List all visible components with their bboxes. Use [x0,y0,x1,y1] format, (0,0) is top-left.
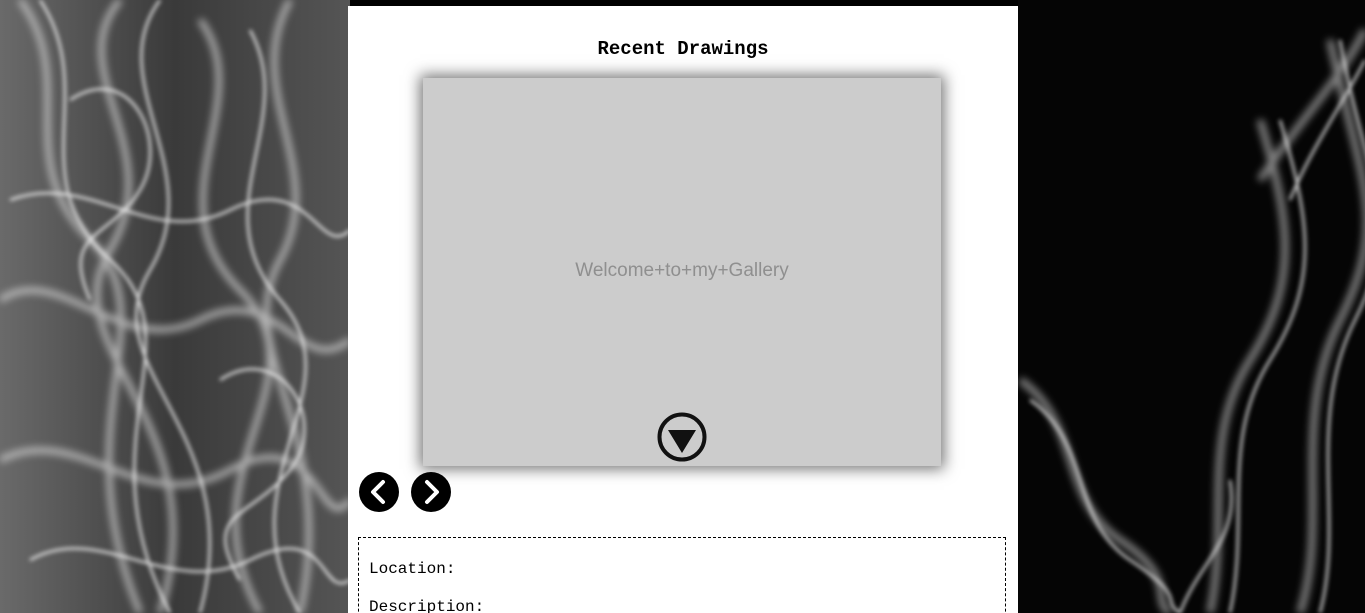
slide-placeholder-text: Welcome+to+my+Gallery [575,260,789,281]
gallery-panel: Recent Drawings Welcome+to+my+Gallery Lo… [348,6,1018,613]
description-label: Description: [369,598,485,613]
drawing-details-box: Location: Description: [358,537,1006,613]
slideshow-frame[interactable]: Welcome+to+my+Gallery [423,78,941,466]
triangle-down-circle-icon[interactable] [656,411,708,463]
chevron-left-circle-icon[interactable] [358,471,400,513]
chevron-right-circle-icon[interactable] [410,471,452,513]
page-title: Recent Drawings [597,38,769,60]
location-label: Location: [369,560,456,578]
